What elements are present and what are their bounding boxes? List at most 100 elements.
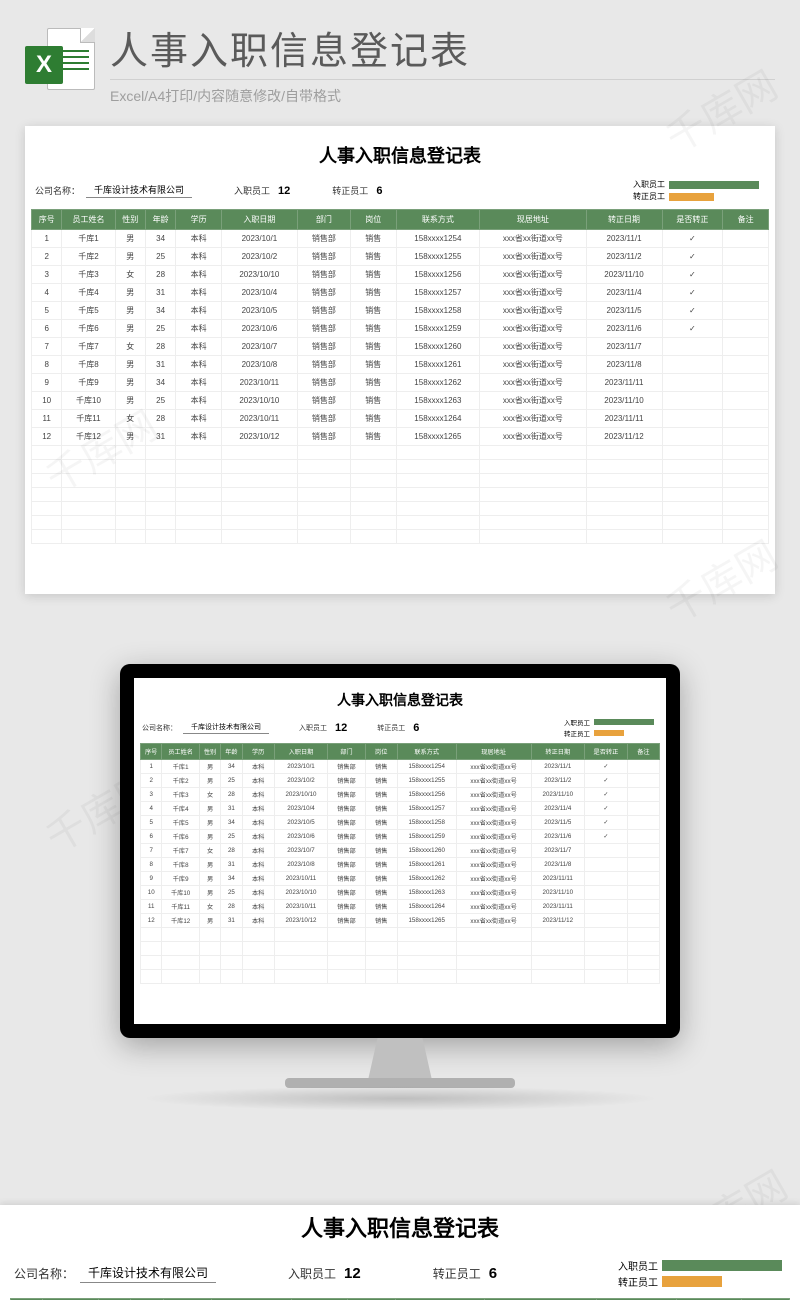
cell-conf — [585, 886, 628, 900]
cell-name: 千库6 — [62, 320, 115, 338]
cell-pos: 销售 — [365, 830, 397, 844]
col-header: 部门 — [328, 744, 365, 760]
cell-date: 2023/10/8 — [221, 356, 297, 374]
cell-cdate: 2023/11/5 — [586, 302, 662, 320]
cell-addr: xxx省xx街道xx号 — [480, 320, 586, 338]
chart-onboard-label: 入职员工 — [558, 717, 590, 727]
cell-note — [627, 774, 659, 788]
cell-conf: ✓ — [662, 302, 723, 320]
chart-confirm-label: 转正员工 — [606, 1274, 658, 1289]
cell-date: 2023/10/11 — [221, 374, 297, 392]
cell-date: 2023/10/6 — [274, 830, 328, 844]
col-header: 员工姓名 — [162, 744, 199, 760]
table-header-row: 序号员工姓名性别年龄学历入职日期部门岗位联系方式现居地址转正日期是否转正备注 — [141, 744, 660, 760]
cell-cdate: 2023/11/6 — [586, 320, 662, 338]
table-row-empty — [32, 530, 769, 544]
cell-note — [723, 230, 769, 248]
cell-cdate: 2023/11/11 — [586, 410, 662, 428]
cell-pos: 销售 — [365, 802, 397, 816]
cell-dept: 销售部 — [328, 802, 365, 816]
cell-age: 31 — [221, 914, 242, 928]
cell-name: 千库1 — [62, 230, 115, 248]
cell-pos: 销售 — [351, 374, 397, 392]
cell-tel: 158xxxx1262 — [396, 374, 480, 392]
cell-edu: 本科 — [176, 374, 222, 392]
cell-cdate: 2023/11/7 — [586, 338, 662, 356]
table-row: 9千库9男34本科2023/10/11销售部销售158xxxx1262xxx省x… — [141, 872, 660, 886]
cell-idx: 12 — [141, 914, 162, 928]
cell-edu: 本科 — [176, 410, 222, 428]
cell-idx: 1 — [32, 230, 62, 248]
cell-addr: xxx省xx街道xx号 — [480, 338, 586, 356]
cell-idx: 7 — [141, 844, 162, 858]
cell-tel: 158xxxx1263 — [396, 392, 480, 410]
col-header: 联系方式 — [397, 744, 456, 760]
cell-name: 千库2 — [62, 248, 115, 266]
cell-conf: ✓ — [585, 774, 628, 788]
cell-cdate: 2023/11/8 — [531, 858, 585, 872]
cell-name: 千库1 — [162, 760, 199, 774]
cell-pos: 销售 — [351, 410, 397, 428]
cell-pos: 销售 — [365, 816, 397, 830]
cell-date: 2023/10/11 — [274, 900, 328, 914]
cell-dept: 销售部 — [328, 816, 365, 830]
cell-edu: 本科 — [176, 338, 222, 356]
cell-age: 25 — [145, 248, 175, 266]
cell-conf — [662, 374, 723, 392]
cell-dept: 销售部 — [297, 338, 350, 356]
cell-edu: 本科 — [176, 230, 222, 248]
summary-row: 公司名称： 千库设计技术有限公司 入职员工 12 转正员工 6 入职员工 转正员… — [140, 716, 660, 743]
cell-note — [723, 320, 769, 338]
table-row: 8千库8男31本科2023/10/8销售部销售158xxxx1261xxx省xx… — [141, 858, 660, 872]
cell-pos: 销售 — [365, 844, 397, 858]
cell-addr: xxx省xx街道xx号 — [480, 248, 586, 266]
confirm-count: 6 — [376, 185, 382, 197]
cell-tel: 158xxxx1259 — [397, 830, 456, 844]
cell-date: 2023/10/5 — [274, 816, 328, 830]
cell-age: 34 — [145, 374, 175, 392]
cell-name: 千库5 — [162, 816, 199, 830]
cell-date: 2023/10/11 — [274, 872, 328, 886]
cell-tel: 158xxxx1265 — [396, 428, 480, 446]
col-header: 入职日期 — [274, 744, 328, 760]
cell-idx: 4 — [32, 284, 62, 302]
cell-addr: xxx省xx街道xx号 — [480, 230, 586, 248]
cell-cdate: 2023/11/10 — [586, 266, 662, 284]
col-header: 序号 — [141, 744, 162, 760]
cell-age: 25 — [221, 886, 242, 900]
cell-sex: 男 — [115, 374, 145, 392]
cell-addr: xxx省xx街道xx号 — [456, 760, 531, 774]
cell-addr: xxx省xx街道xx号 — [480, 302, 586, 320]
table-row-empty — [32, 502, 769, 516]
company-value: 千库设计技术有限公司 — [86, 183, 192, 198]
cell-addr: xxx省xx街道xx号 — [456, 788, 531, 802]
sheet-title: 人事入职信息登记表 — [140, 690, 660, 710]
confirm-label: 转正员工 — [332, 184, 368, 197]
cell-name: 千库11 — [162, 900, 199, 914]
cell-date: 2023/10/10 — [221, 266, 297, 284]
cell-pos: 销售 — [365, 774, 397, 788]
cell-note — [723, 428, 769, 446]
cell-tel: 158xxxx1255 — [397, 774, 456, 788]
cell-addr: xxx省xx街道xx号 — [456, 774, 531, 788]
cell-cdate: 2023/11/12 — [586, 428, 662, 446]
cell-age: 31 — [145, 356, 175, 374]
table-row-empty — [32, 446, 769, 460]
cell-idx: 2 — [32, 248, 62, 266]
cell-note — [627, 844, 659, 858]
cell-tel: 158xxxx1254 — [396, 230, 480, 248]
cell-addr: xxx省xx街道xx号 — [480, 410, 586, 428]
banner-title: 人事入职信息登记表 — [110, 20, 775, 75]
cell-sex: 男 — [199, 858, 220, 872]
cell-name: 千库4 — [162, 802, 199, 816]
cell-cdate: 2023/11/7 — [531, 844, 585, 858]
cell-conf: ✓ — [585, 830, 628, 844]
cell-age: 25 — [221, 830, 242, 844]
cell-cdate: 2023/11/2 — [531, 774, 585, 788]
table-row-empty — [141, 928, 660, 942]
cell-age: 31 — [221, 802, 242, 816]
cell-age: 25 — [145, 320, 175, 338]
data-table: 序号员工姓名性别年龄学历入职日期部门岗位联系方式现居地址转正日期是否转正备注 1… — [140, 743, 660, 984]
cell-note — [627, 858, 659, 872]
col-header: 入职日期 — [221, 210, 297, 230]
